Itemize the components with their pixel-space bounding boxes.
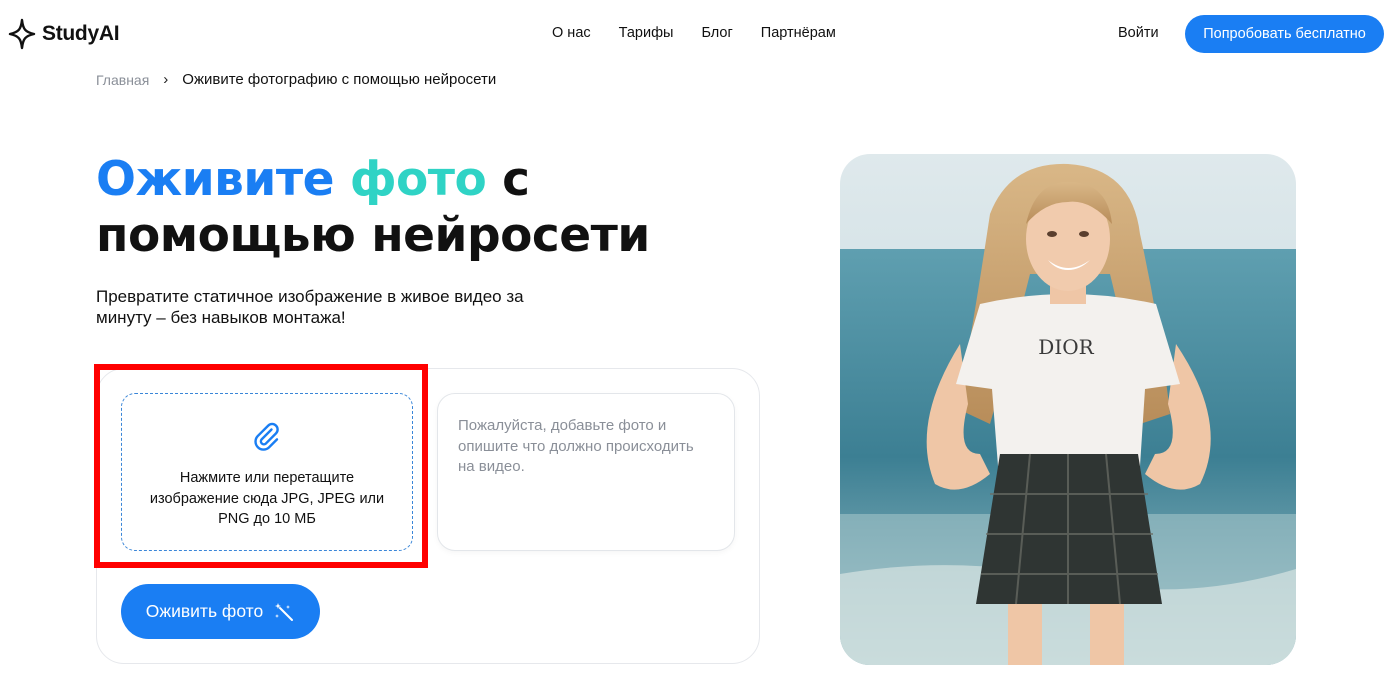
upload-instructions: Нажмите или перетащите изображение сюда … xyxy=(149,470,385,527)
animate-button-label: Оживить фото xyxy=(145,601,264,621)
breadcrumb-current: Оживите фотографию с помощью нейросети xyxy=(182,71,497,88)
title-part-2: фото xyxy=(349,152,487,207)
nav-pricing[interactable]: Тарифы xyxy=(619,25,674,41)
page-title: Оживите фото с помощью нейросети xyxy=(96,152,796,264)
nav-partners[interactable]: Партнёрам xyxy=(761,25,836,41)
nav-about[interactable]: О нас xyxy=(552,25,591,41)
logo-text: StudyAI xyxy=(42,22,120,45)
upload-dropzone[interactable]: Нажмите или перетащите изображение сюда … xyxy=(121,393,413,551)
hero-image: DIOR xyxy=(840,154,1296,665)
main-nav: О нас Тарифы Блог Партнёрам xyxy=(552,25,836,41)
paperclip-icon xyxy=(254,422,279,451)
breadcrumb: Главная › Оживите фотографию с помощью н… xyxy=(96,71,496,88)
breadcrumb-separator: › xyxy=(163,71,169,88)
page: StudyAI О нас Тарифы Блог Партнёрам Войт… xyxy=(0,0,1389,685)
magic-wand-icon xyxy=(275,602,294,621)
sparkle-logo-icon xyxy=(8,18,36,50)
try-free-button[interactable]: Попробовать бесплатно xyxy=(1185,15,1384,53)
shirt-print: DIOR xyxy=(1038,335,1094,359)
hero-subtitle: Превратите статичное изображение в живое… xyxy=(96,287,524,327)
animate-photo-button[interactable]: Оживить фото xyxy=(121,584,320,639)
logo[interactable]: StudyAI xyxy=(8,18,120,50)
title-part-1: Оживите xyxy=(96,152,334,207)
breadcrumb-home[interactable]: Главная xyxy=(96,72,149,88)
login-link[interactable]: Войти xyxy=(1118,25,1159,41)
prompt-input[interactable] xyxy=(437,393,735,551)
nav-blog[interactable]: Блог xyxy=(701,25,732,41)
